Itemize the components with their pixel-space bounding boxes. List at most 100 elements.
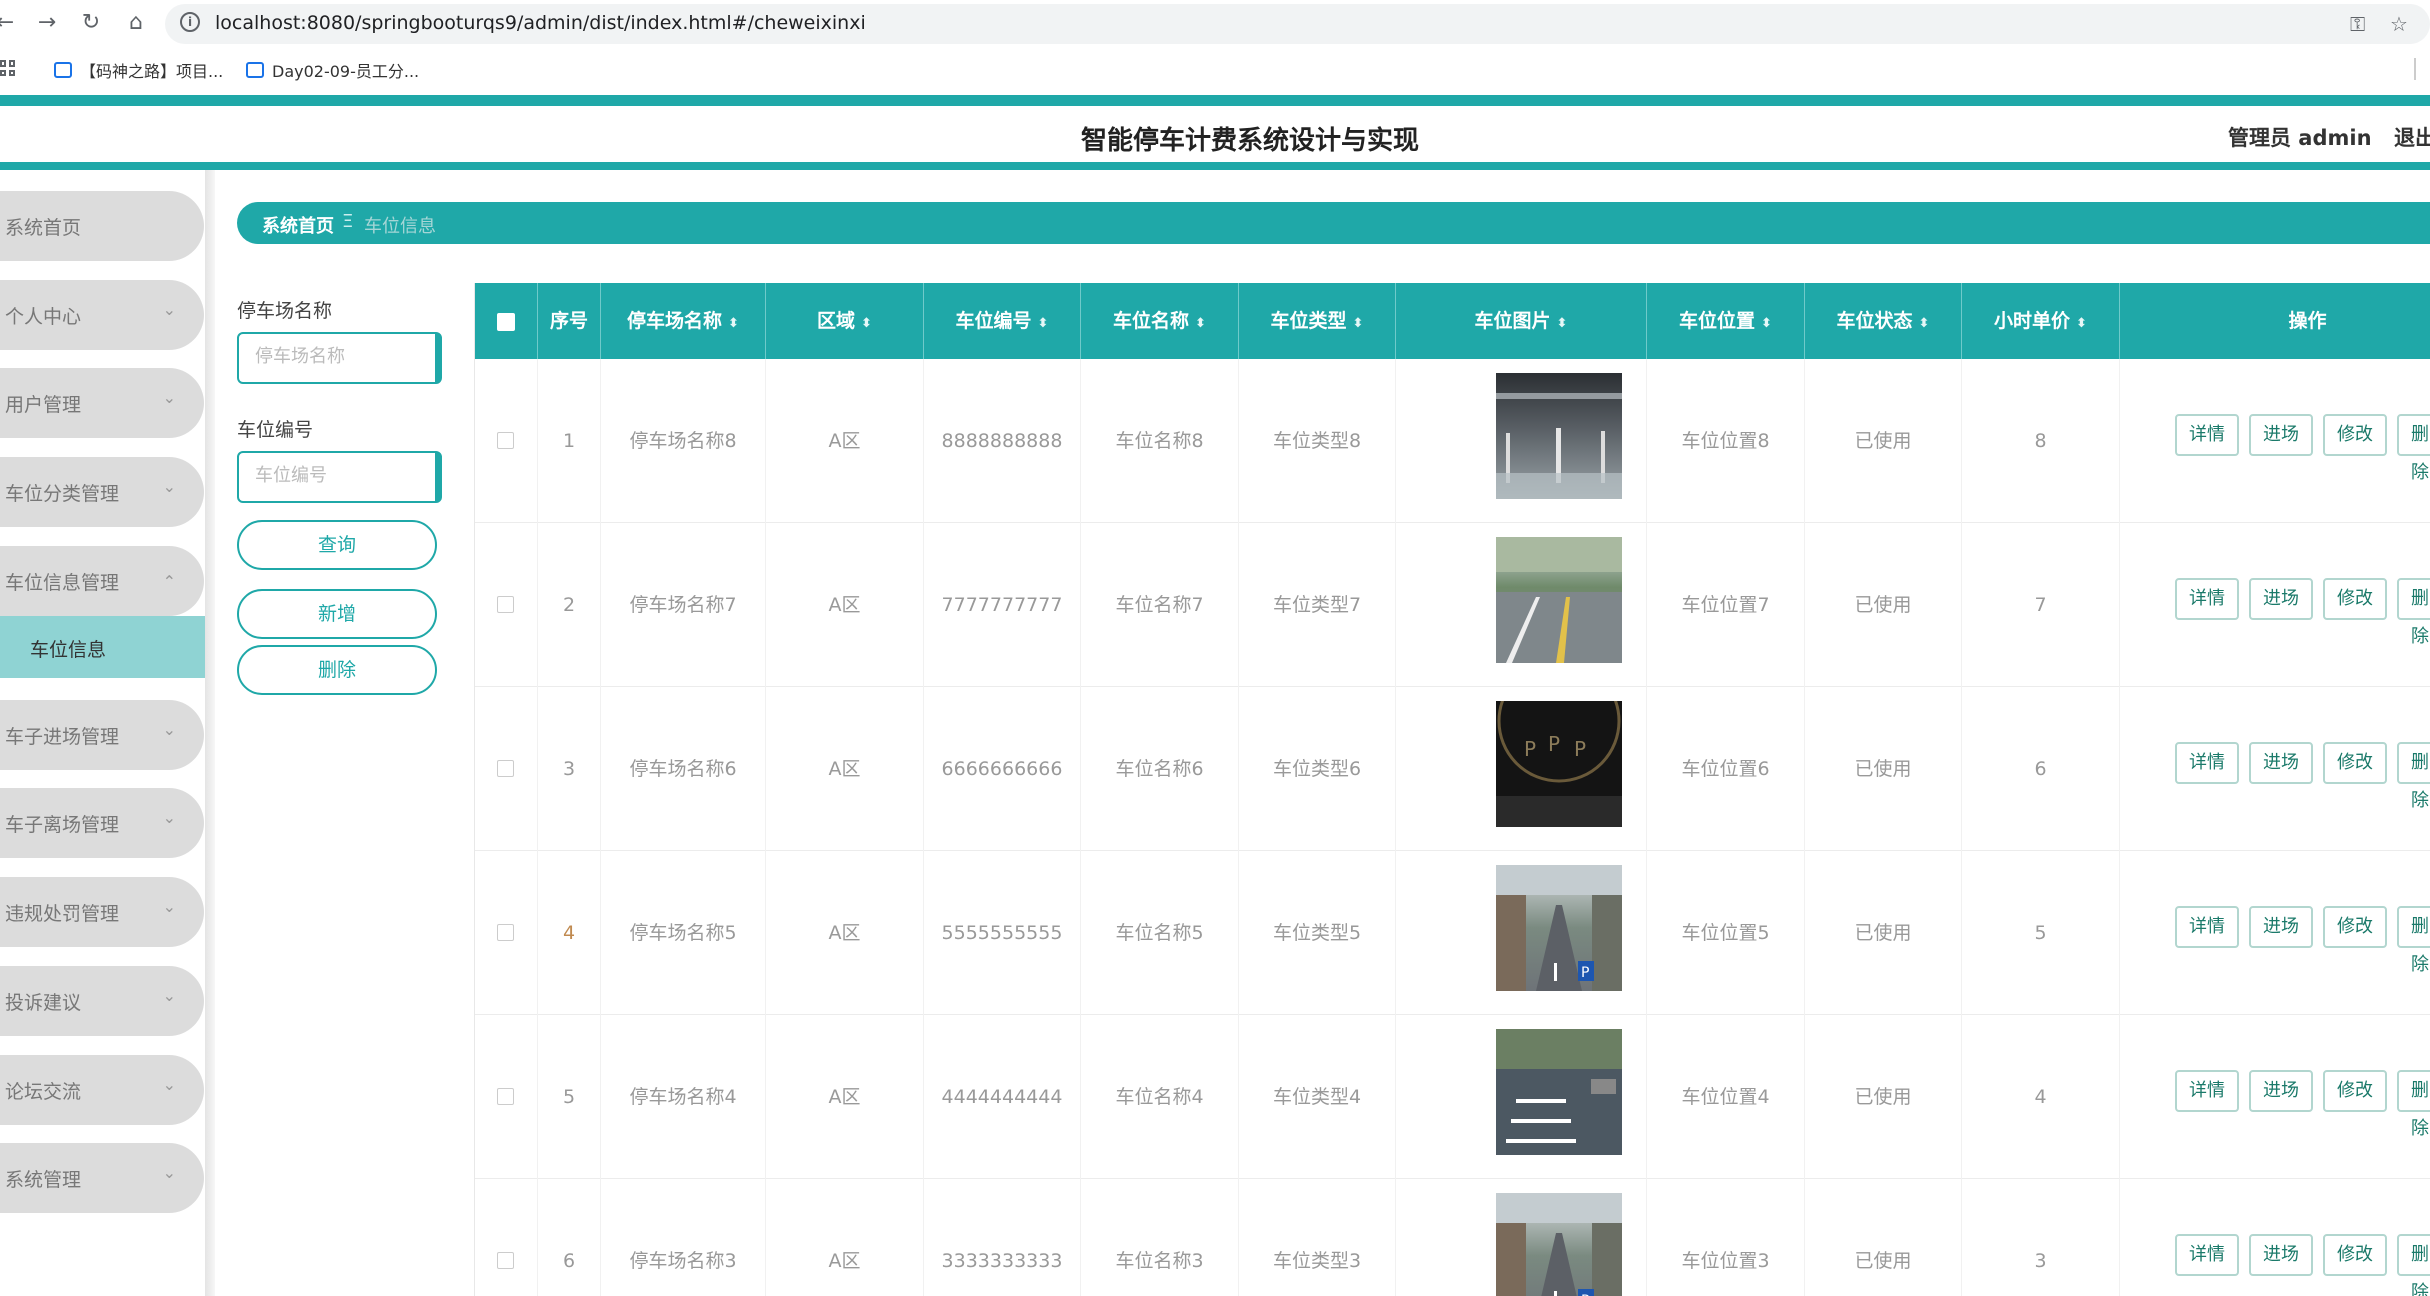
breadcrumb-home[interactable]: 系统首页	[262, 212, 334, 238]
details-button[interactable]: 详情	[2175, 1070, 2239, 1112]
details-button[interactable]: 详情	[2175, 414, 2239, 456]
sort-icon[interactable]: ⬍	[2076, 316, 2087, 331]
edit-button[interactable]: 修改	[2323, 414, 2387, 456]
url-text[interactable]: localhost:8080/springbooturqs9/admin/dis…	[215, 12, 866, 34]
edit-button[interactable]: 修改	[2323, 742, 2387, 784]
sidebar-item-violations[interactable]: 违规处罚管理 ⌄	[0, 877, 204, 947]
sidebar-item-car-exit[interactable]: 车子离场管理 ⌄	[0, 788, 204, 858]
sort-icon[interactable]: ⬍	[728, 316, 739, 331]
sidebar-item-complaints[interactable]: 投诉建议 ⌄	[0, 966, 204, 1036]
sidebar-item-label: 车子进场管理	[5, 726, 120, 748]
edit-button[interactable]: 修改	[2323, 1070, 2387, 1112]
chevron-down-icon: ⌄	[162, 1075, 176, 1094]
sort-icon[interactable]: ⬍	[1353, 316, 1364, 331]
edit-button[interactable]: 修改	[2323, 578, 2387, 620]
col-header-name[interactable]: 车位名称 ⬍	[1081, 283, 1239, 359]
entry-button[interactable]: 进场	[2249, 1234, 2313, 1276]
lot-name-input[interactable]: 停车场名称	[237, 332, 442, 384]
sort-icon[interactable]: ⬍	[1919, 316, 1930, 331]
row-checkbox[interactable]	[497, 432, 514, 449]
sidebar-item-car-entry[interactable]: 车子进场管理 ⌄	[0, 700, 204, 770]
col-header-lot[interactable]: 停车场名称 ⬍	[601, 283, 766, 359]
info-icon[interactable]: i	[180, 12, 200, 32]
cell-price: 5	[1962, 851, 2120, 1015]
delete-row-button[interactable]: 删除	[2397, 414, 2430, 483]
entry-button[interactable]: 进场	[2249, 906, 2313, 948]
sort-icon[interactable]: ⬍	[1038, 316, 1049, 331]
col-header-price[interactable]: 小时单价 ⬍	[1962, 283, 2120, 359]
delete-button[interactable]: 删除	[237, 645, 437, 695]
forward-arrow-icon[interactable]: →	[34, 10, 60, 36]
logout-button[interactable]: 退出	[2394, 122, 2430, 152]
parking-space-photo[interactable]	[1496, 537, 1622, 663]
col-header-location[interactable]: 车位位置 ⬍	[1647, 283, 1805, 359]
browser-chrome: ← → ↻ ⌂ i localhost:8080/springbooturqs9…	[0, 0, 2430, 95]
bookmark-1[interactable]: 【码神之路】项目...	[54, 58, 223, 82]
col-header-label: 车位名称	[1113, 310, 1190, 332]
key-icon[interactable]: ⚿	[2350, 12, 2365, 36]
col-header-image[interactable]: 车位图片 ⬍	[1396, 283, 1647, 359]
apps-grid-icon[interactable]	[0, 60, 16, 76]
sort-icon[interactable]: ⬍	[1557, 316, 1568, 331]
bookmark-icon	[54, 62, 72, 78]
parking-space-photo[interactable]	[1496, 1029, 1622, 1155]
sidebar-item-space-categories[interactable]: 车位分类管理 ⌄	[0, 457, 204, 527]
query-button[interactable]: 查询	[237, 520, 437, 570]
row-checkbox[interactable]	[497, 760, 514, 777]
sort-icon[interactable]: ⬍	[1195, 316, 1206, 331]
add-button[interactable]: 新增	[237, 589, 437, 639]
details-button[interactable]: 详情	[2175, 906, 2239, 948]
details-button[interactable]: 详情	[2175, 742, 2239, 784]
bookmark-2[interactable]: Day02-09-员工分...	[246, 58, 419, 82]
delete-row-button[interactable]: 删除	[2397, 1070, 2430, 1139]
col-header-index: 序号	[538, 283, 601, 359]
entry-button[interactable]: 进场	[2249, 1070, 2313, 1112]
cell-lot: 停车场名称8	[601, 359, 766, 523]
space-code-input[interactable]: 车位编号	[237, 451, 442, 503]
row-checkbox[interactable]	[497, 596, 514, 613]
col-header-label: 小时单价	[1994, 310, 2071, 332]
sidebar-item-profile[interactable]: 个人中心 ⌄	[0, 280, 204, 350]
delete-row-button[interactable]: 删除	[2397, 578, 2430, 647]
sidebar-item-space-info[interactable]: 车位信息管理 ⌃	[0, 546, 204, 616]
entry-button[interactable]: 进场	[2249, 742, 2313, 784]
delete-row-button[interactable]: 删除	[2397, 906, 2430, 975]
sidebar-item-label: 车子离场管理	[5, 814, 120, 836]
row-checkbox[interactable]	[497, 1088, 514, 1105]
entry-button[interactable]: 进场	[2249, 414, 2313, 456]
edit-button[interactable]: 修改	[2323, 1234, 2387, 1276]
select-all-checkbox[interactable]	[497, 313, 515, 331]
details-button[interactable]: 详情	[2175, 1234, 2239, 1276]
sidebar-item-system[interactable]: 系统管理 ⌄	[0, 1143, 204, 1213]
parking-space-photo[interactable]: P	[1496, 865, 1622, 991]
row-checkbox[interactable]	[497, 924, 514, 941]
sidebar-item-users[interactable]: 用户管理 ⌄	[0, 368, 204, 438]
parking-space-photo[interactable]: PPP	[1496, 701, 1622, 827]
entry-button[interactable]: 进场	[2249, 578, 2313, 620]
star-icon[interactable]: ☆	[2390, 12, 2408, 36]
back-arrow-icon[interactable]: ←	[0, 10, 18, 36]
edit-button[interactable]: 修改	[2323, 906, 2387, 948]
sidebar-item-forum[interactable]: 论坛交流 ⌄	[0, 1055, 204, 1125]
sidebar-item-home[interactable]: 系统首页	[0, 191, 204, 261]
svg-text:P: P	[1574, 737, 1586, 761]
sidebar-subitem-space-info[interactable]: 车位信息	[0, 616, 205, 678]
cell-status: 已使用	[1805, 523, 1962, 687]
cell-location: 车位位置3	[1647, 1179, 1805, 1296]
sort-icon[interactable]: ⬍	[1761, 316, 1772, 331]
reload-icon[interactable]: ↻	[78, 10, 104, 36]
sort-icon[interactable]: ⬍	[861, 316, 872, 331]
chevron-up-icon: ⌃	[162, 572, 176, 591]
delete-row-button[interactable]: 删除	[2397, 742, 2430, 811]
delete-row-button[interactable]: 删除	[2397, 1234, 2430, 1296]
parking-space-photo[interactable]: P	[1496, 1193, 1622, 1296]
parking-space-photo[interactable]	[1496, 373, 1622, 499]
cell-name: 车位名称3	[1081, 1179, 1239, 1296]
home-icon[interactable]: ⌂	[123, 10, 149, 36]
col-header-code[interactable]: 车位编号 ⬍	[924, 283, 1081, 359]
col-header-area[interactable]: 区域 ⬍	[766, 283, 924, 359]
details-button[interactable]: 详情	[2175, 578, 2239, 620]
col-header-type[interactable]: 车位类型 ⬍	[1239, 283, 1396, 359]
col-header-status[interactable]: 车位状态 ⬍	[1805, 283, 1962, 359]
row-checkbox[interactable]	[497, 1252, 514, 1269]
